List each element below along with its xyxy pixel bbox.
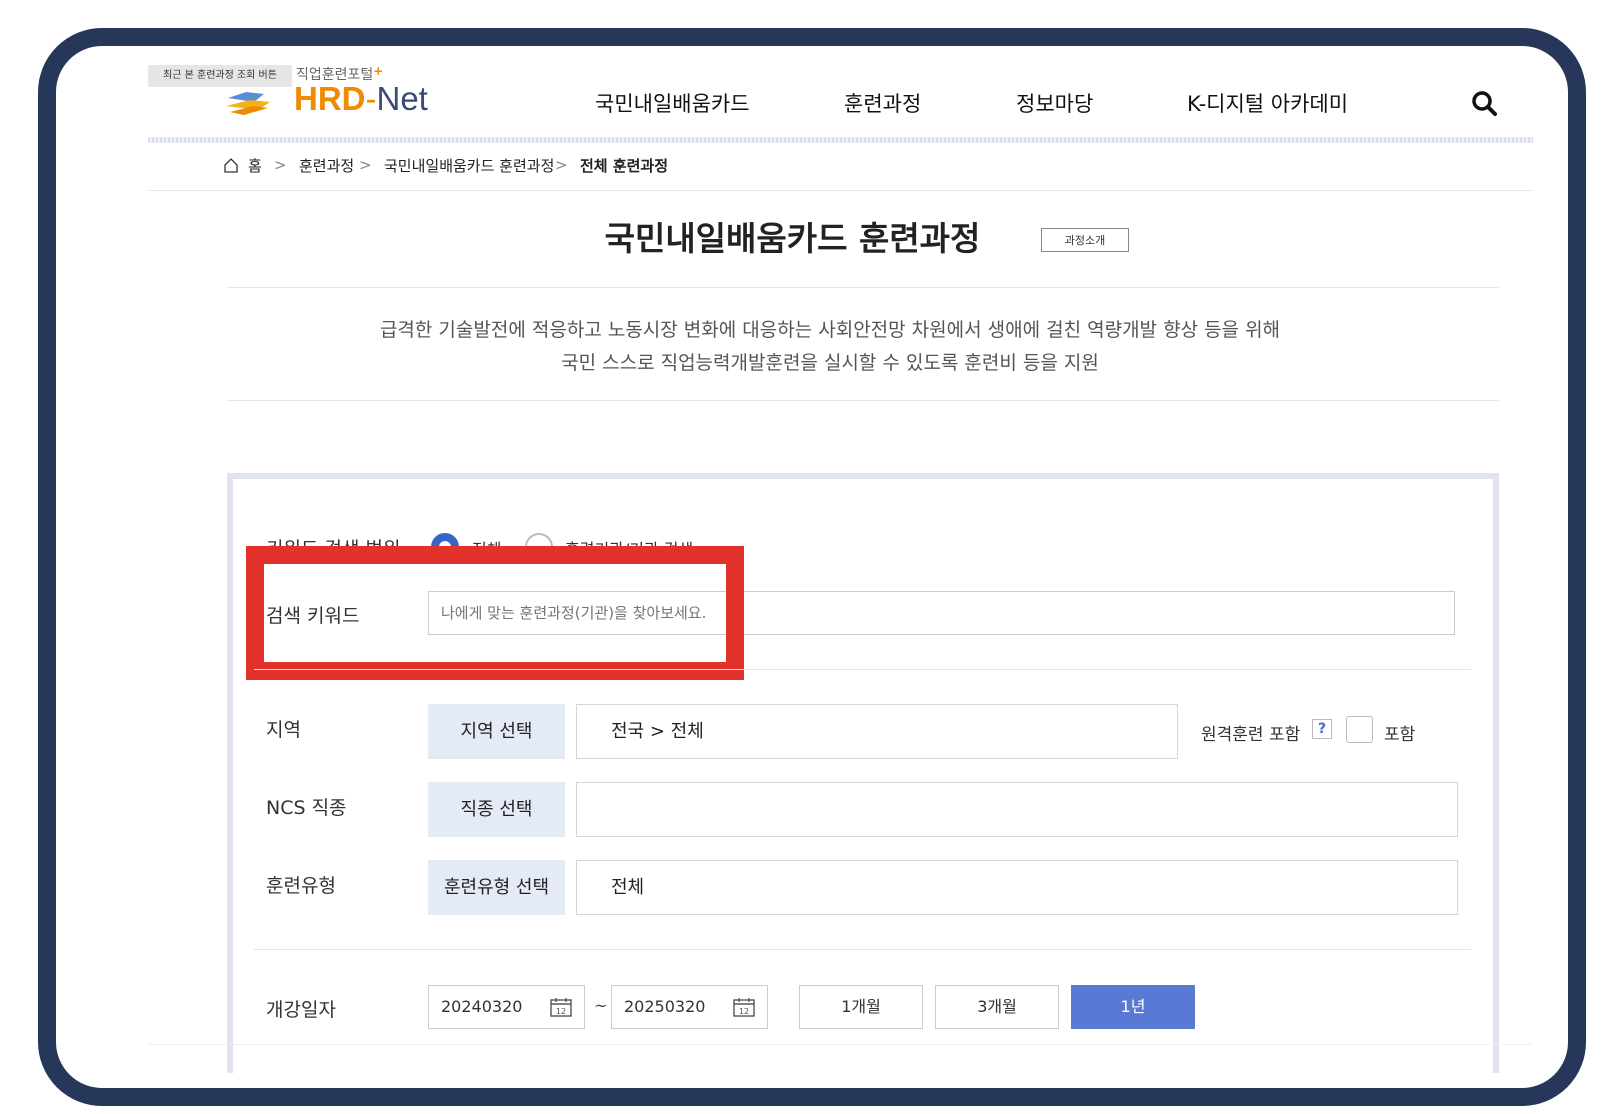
start-date-input[interactable]: 20240320 12 bbox=[428, 985, 585, 1029]
highlight-box bbox=[246, 546, 744, 680]
calendar-day-text: 12 bbox=[739, 1007, 749, 1016]
breadcrumb-separator: > bbox=[359, 156, 372, 174]
training-type-select-button[interactable]: 훈련유형 선택 bbox=[428, 860, 565, 915]
region-select-button[interactable]: 지역 선택 bbox=[428, 704, 565, 759]
breadcrumb-home[interactable]: 홈 bbox=[248, 155, 262, 176]
recent-courses-tooltip: 최근 본 훈련과정 조회 버튼 bbox=[148, 65, 292, 87]
ncs-value-field[interactable] bbox=[576, 782, 1458, 837]
region-label: 지역 bbox=[266, 719, 301, 741]
home-icon[interactable] bbox=[224, 158, 238, 173]
tagline-plus: + bbox=[373, 64, 384, 78]
description-line-2: 국민 스스로 직업능력개발훈련을 실시할 수 있도록 훈련비 등을 지원 bbox=[561, 352, 1099, 374]
keyword-divider bbox=[254, 669, 1471, 670]
logo-net: Net bbox=[376, 80, 428, 117]
bottom-divider bbox=[148, 1044, 1533, 1045]
training-type-value-field[interactable]: 전체 bbox=[576, 860, 1458, 915]
logo-dash: - bbox=[365, 80, 377, 117]
training-type-label: 훈련유형 bbox=[266, 875, 336, 897]
date-range-separator: ~ bbox=[594, 996, 608, 1015]
breadcrumb-training[interactable]: 훈련과정 bbox=[299, 155, 354, 176]
end-date-input[interactable]: 20250320 12 bbox=[611, 985, 768, 1029]
breadcrumb-separator: > bbox=[274, 156, 287, 174]
nav-training-courses[interactable]: 훈련과정 bbox=[844, 88, 921, 118]
page-title: 국민내일배움카드 훈련과정 bbox=[604, 219, 981, 258]
search-icon[interactable] bbox=[1471, 90, 1497, 116]
hrd-net-logo[interactable]: HRD-Net bbox=[294, 80, 428, 118]
include-label: 포함 bbox=[1384, 725, 1416, 745]
period-3-months-button[interactable]: 3개월 bbox=[935, 985, 1059, 1029]
nav-k-digital-academy[interactable]: K-디지털 아카데미 bbox=[1187, 88, 1348, 118]
end-date-value: 20250320 bbox=[624, 997, 706, 1016]
nav-info[interactable]: 정보마당 bbox=[1016, 88, 1093, 118]
calendar-icon[interactable]: 12 bbox=[733, 997, 755, 1017]
header-divider bbox=[148, 137, 1533, 143]
nav-naeil-card[interactable]: 국민내일배움카드 bbox=[595, 88, 750, 118]
ncs-label: NCS 직종 bbox=[266, 797, 347, 819]
type-divider bbox=[254, 949, 1471, 950]
title-divider bbox=[227, 287, 1499, 288]
device-frame: 최근 본 훈련과정 조회 버튼 직업훈련포털+ HRD-Net 국민내일배움카드… bbox=[38, 28, 1586, 1106]
remote-training-label: 원격훈련 포함 bbox=[1201, 725, 1301, 745]
ncs-select-button[interactable]: 직종 선택 bbox=[428, 782, 565, 837]
start-date-value: 20240320 bbox=[441, 997, 523, 1016]
breadcrumb-separator: > bbox=[555, 156, 568, 174]
page: 최근 본 훈련과정 조회 버튼 직업훈련포털+ HRD-Net 국민내일배움카드… bbox=[56, 46, 1568, 1088]
calendar-day-text: 12 bbox=[556, 1007, 566, 1016]
period-1-month-button[interactable]: 1개월 bbox=[799, 985, 923, 1029]
logo-hrd: HRD bbox=[294, 80, 366, 117]
breadcrumb-current: 전체 훈련과정 bbox=[580, 157, 669, 175]
description-line-1: 급격한 기술발전에 적응하고 노동시장 변화에 대응하는 사회안전망 차원에서 … bbox=[379, 319, 1281, 341]
hrd-logo-icon[interactable] bbox=[224, 88, 274, 116]
period-1-year-button[interactable]: 1년 bbox=[1071, 985, 1195, 1029]
calendar-icon[interactable]: 12 bbox=[550, 997, 572, 1017]
region-value-field[interactable]: 전국 > 전체 bbox=[576, 704, 1178, 759]
start-date-label: 개강일자 bbox=[266, 999, 336, 1021]
breadcrumb-card-courses[interactable]: 국민내일배움카드 훈련과정 bbox=[384, 155, 554, 176]
breadcrumb-divider bbox=[148, 190, 1533, 191]
remote-include-checkbox[interactable] bbox=[1346, 716, 1373, 743]
help-icon[interactable]: ? bbox=[1312, 719, 1332, 739]
description-divider bbox=[227, 400, 1499, 401]
page-title-wrap: 국민내일배움카드 훈련과정 bbox=[56, 212, 1568, 260]
course-intro-button[interactable]: 과정소개 bbox=[1041, 228, 1129, 252]
